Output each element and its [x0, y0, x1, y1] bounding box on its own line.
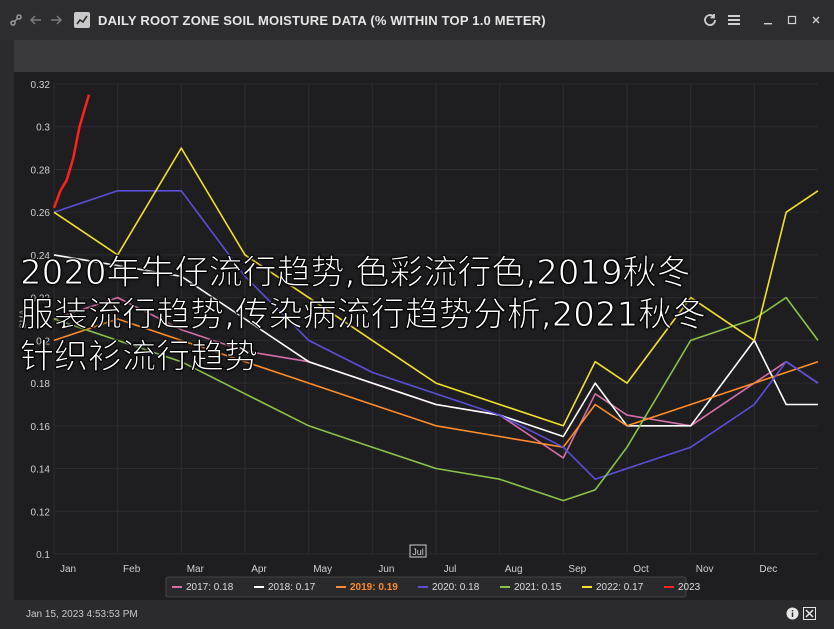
info-icon[interactable]: [786, 607, 799, 623]
window-titlebar: DAILY ROOT ZONE SOIL MOISTURE DATA (% WI…: [0, 0, 834, 40]
x-tick-label: May: [313, 564, 332, 575]
chart-icon: [74, 12, 90, 28]
y-tick-label: 0.22: [31, 294, 51, 305]
x-tick-label: Feb: [123, 564, 141, 575]
close-icon[interactable]: [806, 10, 826, 30]
jul-marker-label: Jul: [412, 547, 424, 557]
x-tick-label: Mar: [187, 564, 205, 575]
legend-entry[interactable]: 2018: 0.17: [268, 582, 316, 593]
y-axis-label: SMA: [18, 309, 28, 329]
y-tick-label: 0.28: [31, 165, 51, 176]
x-tick-label: Sep: [568, 564, 586, 575]
x-tick-label: Apr: [251, 564, 267, 575]
y-tick-label: 0.26: [31, 208, 51, 219]
x-tick-label: Nov: [696, 564, 714, 575]
x-tick-label: Dec: [759, 564, 777, 575]
status-bar: Jan 15, 2023 4:53:53 PM: [0, 600, 834, 629]
y-tick-label: 0.14: [31, 465, 51, 476]
x-tick-label: Jun: [378, 564, 394, 575]
chart-toolbar-strip: [14, 40, 834, 72]
y-tick-label: 0.2: [36, 336, 50, 347]
window-title: DAILY ROOT ZONE SOIL MOISTURE DATA (% WI…: [98, 12, 546, 28]
maximize-icon[interactable]: [782, 10, 802, 30]
y-tick-label: 0.3: [36, 123, 50, 134]
y-tick-label: 0.12: [31, 507, 51, 518]
y-tick-label: 0.1: [36, 550, 50, 561]
x-tick-label: Jan: [60, 564, 76, 575]
legend-entry[interactable]: 2023: [678, 582, 701, 593]
legend-entry[interactable]: 2022: 0.17: [596, 582, 644, 593]
y-tick-label: 0.18: [31, 379, 51, 390]
x-tick-label: Jul: [444, 564, 457, 575]
x-tick-label: Oct: [633, 564, 649, 575]
chart-panel: 0.32 0.3 0.28 0.26 0.24 0.22 0.2 0.18 0.16 0.14 0.…: [14, 72, 834, 600]
link-icon[interactable]: [6, 10, 26, 30]
legend-entry[interactable]: 2020: 0.18: [432, 582, 480, 593]
refresh-icon[interactable]: [700, 10, 720, 30]
legend-entry[interactable]: 2019: 0.19: [350, 582, 398, 593]
y-tick-label: 0.16: [31, 422, 51, 433]
export-excel-icon[interactable]: [803, 606, 816, 623]
forward-arrow-icon[interactable]: [46, 10, 66, 30]
menu-icon[interactable]: [724, 10, 744, 30]
y-tick-label: 0.32: [31, 80, 51, 91]
minimize-icon[interactable]: [758, 10, 778, 30]
x-tick-label: Aug: [505, 564, 523, 575]
line-chart: 0.32 0.3 0.28 0.26 0.24 0.22 0.2 0.18 0.16 0.14 0.…: [18, 80, 819, 598]
legend-entry[interactable]: 2021: 0.15: [514, 582, 562, 593]
status-timestamp: Jan 15, 2023 4:53:53 PM: [26, 609, 138, 620]
y-tick-label: 0.24: [31, 251, 51, 262]
back-arrow-icon[interactable]: [26, 10, 46, 30]
legend-entry[interactable]: 2017: 0.18: [186, 582, 234, 593]
